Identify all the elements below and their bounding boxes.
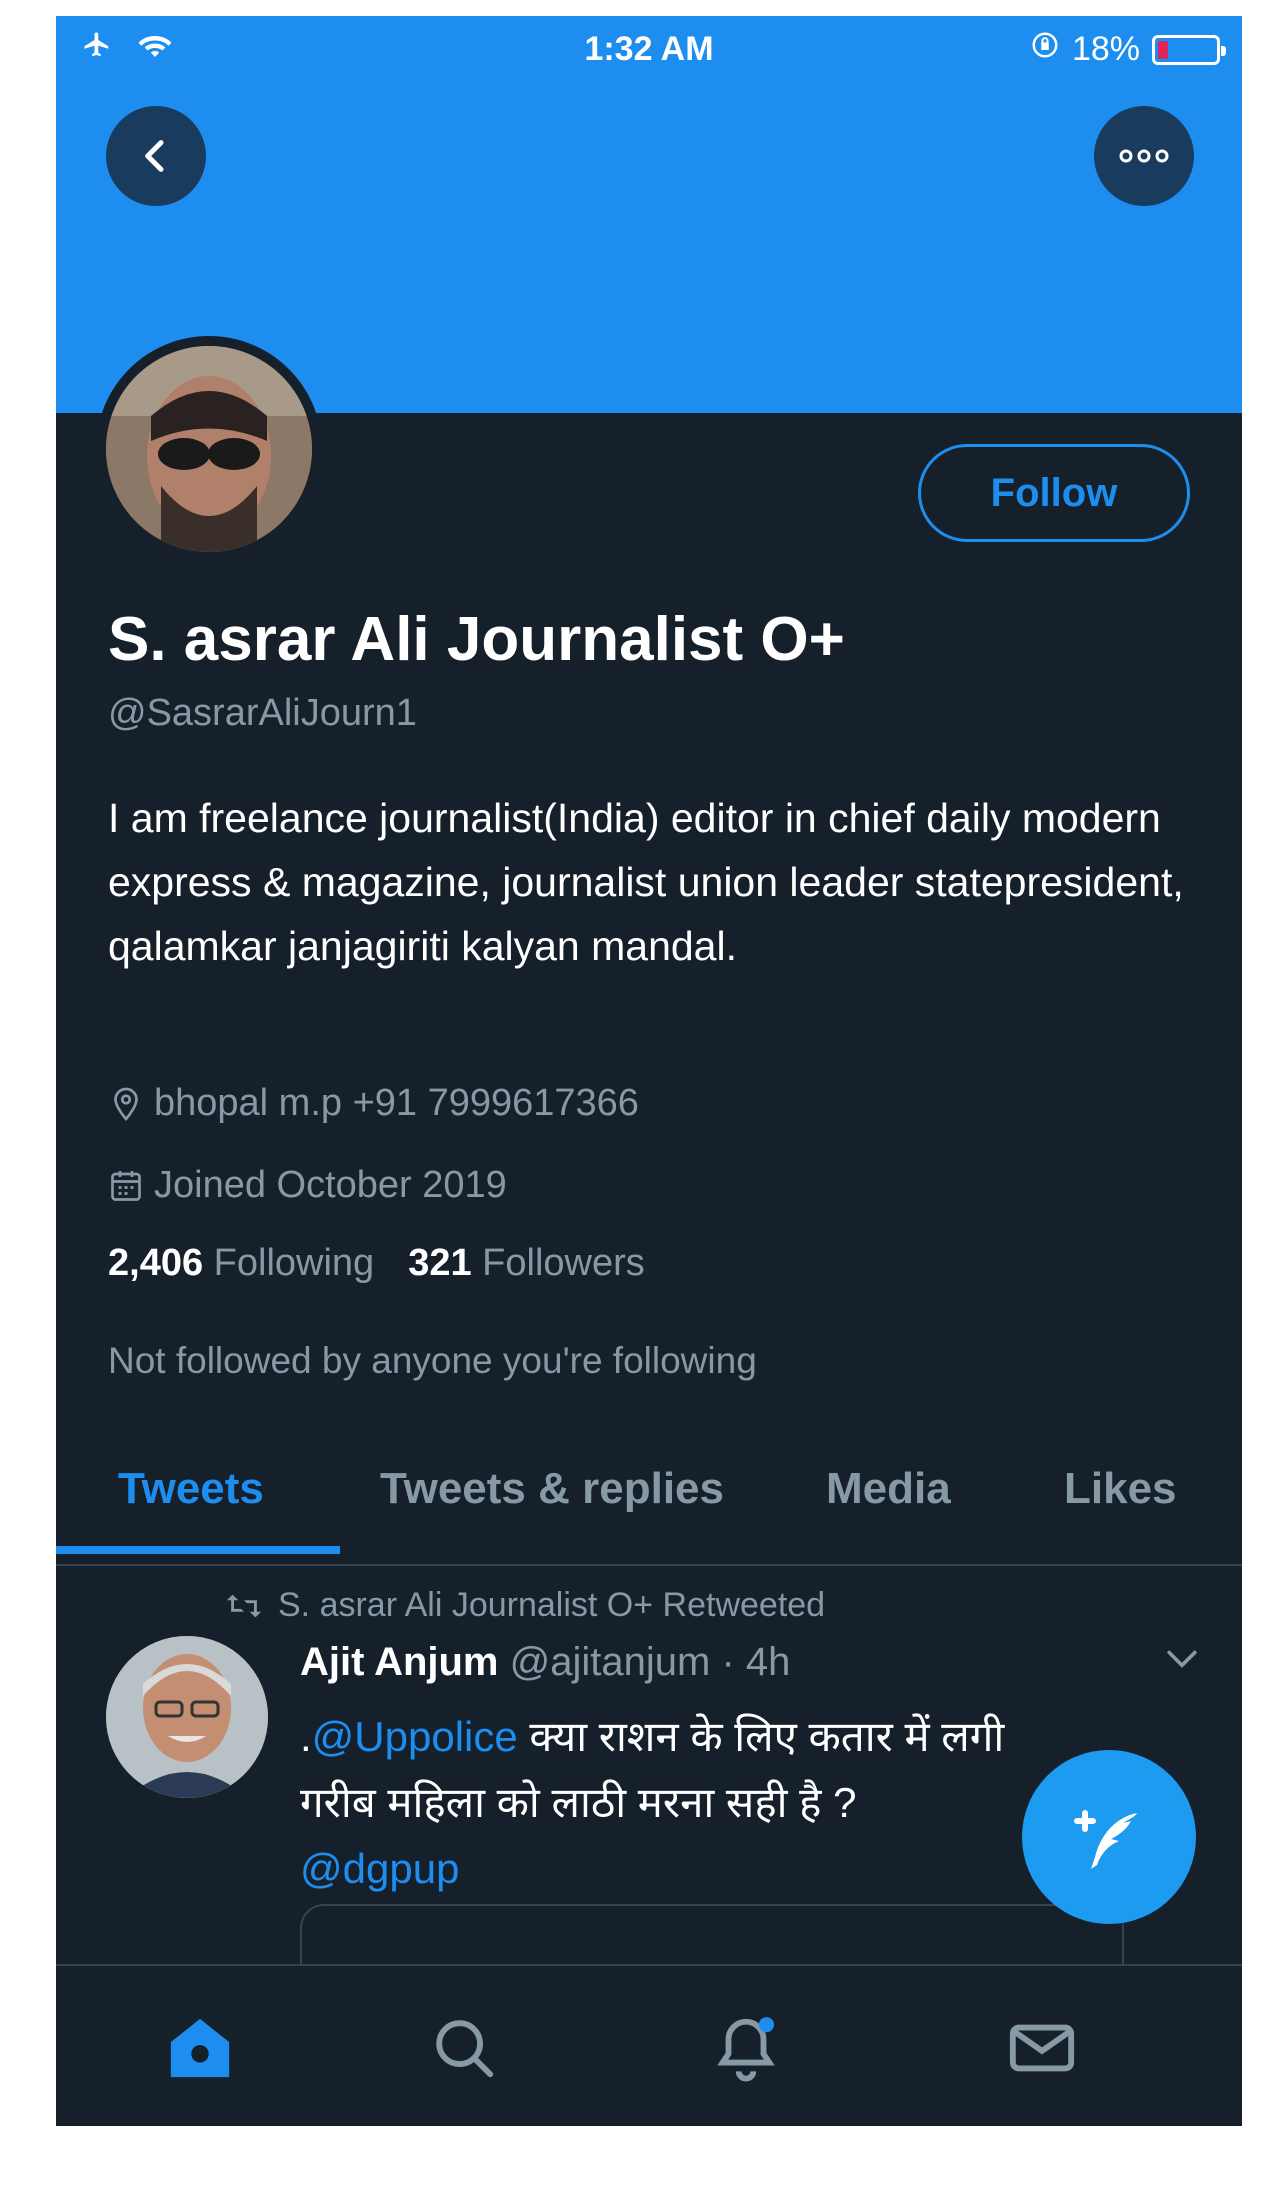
- nav-notifications[interactable]: [706, 2008, 786, 2088]
- following-count: 2,406: [108, 1242, 204, 1284]
- back-button[interactable]: [106, 106, 206, 206]
- location-text: bhopal m.p +91 7999617366: [154, 1082, 639, 1124]
- retweet-context-text: S. asrar Ali Journalist O+ Retweeted: [278, 1586, 826, 1624]
- status-right: 18%: [1030, 30, 1226, 69]
- quoted-tweet-card[interactable]: [300, 1904, 1124, 1966]
- battery-percent: 18%: [1071, 30, 1140, 68]
- chevron-down-icon: [1167, 1650, 1197, 1668]
- followers-stat[interactable]: 321 Followers: [408, 1242, 645, 1285]
- chevron-left-icon: [145, 140, 164, 172]
- retweet-icon: [226, 1594, 262, 1617]
- phone-screen: 1:32 AM 18% Follow S. asrar Ali Journali…: [56, 16, 1242, 2126]
- tab-tweets-replies[interactable]: Tweets & replies: [380, 1464, 724, 1514]
- retweet-context: S. asrar Ali Journalist O+ Retweeted: [224, 1586, 825, 1625]
- nav-messages[interactable]: [1002, 2008, 1082, 2088]
- nav-search[interactable]: [424, 2008, 504, 2088]
- nav-home[interactable]: [160, 2008, 240, 2088]
- calendar-icon: [111, 1170, 141, 1201]
- joined-text: Joined October 2019: [154, 1164, 507, 1206]
- profile-location: bhopal m.p +91 7999617366: [108, 1082, 639, 1125]
- following-stat[interactable]: 2,406 Following: [108, 1242, 374, 1285]
- following-label: Following: [213, 1242, 375, 1284]
- tweet-text: .@Uppolice क्या राशन के लिए कतार में लगी…: [300, 1704, 1060, 1902]
- status-bar: 1:32 AM 18%: [56, 16, 1242, 82]
- tweet-author-avatar[interactable]: [106, 1636, 268, 1798]
- tweet-author-handle[interactable]: @ajitanjum: [510, 1640, 711, 1684]
- orientation-lock-icon: [1030, 30, 1060, 69]
- tweet-text-prefix: .: [300, 1713, 312, 1760]
- not-followed-note: Not followed by anyone you're following: [108, 1340, 757, 1381]
- follow-counts: 2,406 Following 321 Followers: [108, 1242, 645, 1285]
- more-button[interactable]: [1094, 106, 1194, 206]
- tweet-header: Ajit Anjum @ajitanjum · 4h: [300, 1640, 790, 1685]
- avatar-image: [106, 346, 312, 552]
- tweet-menu-button[interactable]: [1160, 1636, 1204, 1685]
- tab-tweets[interactable]: Tweets: [118, 1464, 264, 1514]
- tweet-time: · 4h: [721, 1640, 791, 1684]
- search-icon: [436, 2020, 494, 2078]
- profile-joined: Joined October 2019: [108, 1164, 507, 1207]
- tweet-author-name[interactable]: Ajit Anjum: [300, 1640, 499, 1684]
- more-dots-icon: [1119, 149, 1169, 163]
- compose-tweet-button[interactable]: [1022, 1750, 1196, 1924]
- location-pin-icon: [114, 1087, 138, 1121]
- mention-uppolice[interactable]: @Uppolice: [312, 1713, 518, 1760]
- profile-handle: @SasrarAliJourn1: [108, 692, 417, 734]
- notifications-icon: [717, 2017, 775, 2082]
- mention-dgpup[interactable]: @dgpup: [300, 1845, 459, 1892]
- followers-count: 321: [408, 1242, 472, 1284]
- battery-icon: [1152, 34, 1226, 65]
- follow-button[interactable]: Follow: [918, 444, 1190, 542]
- tab-media[interactable]: Media: [826, 1464, 951, 1514]
- followers-label: Followers: [482, 1242, 645, 1284]
- tab-likes[interactable]: Likes: [1064, 1464, 1177, 1514]
- messages-icon: [1009, 2024, 1075, 2072]
- active-tab-indicator: [56, 1546, 340, 1554]
- profile-bio: I am freelance journalist(India) editor …: [108, 795, 1184, 969]
- profile-name: S. asrar Ali Journalist O+: [108, 605, 845, 674]
- profile-avatar[interactable]: [96, 336, 322, 562]
- home-icon: [170, 2018, 230, 2078]
- battery-level: [1158, 40, 1168, 59]
- bottom-navigation: [56, 1964, 1242, 2126]
- compose-feather-icon: [1074, 1810, 1137, 1869]
